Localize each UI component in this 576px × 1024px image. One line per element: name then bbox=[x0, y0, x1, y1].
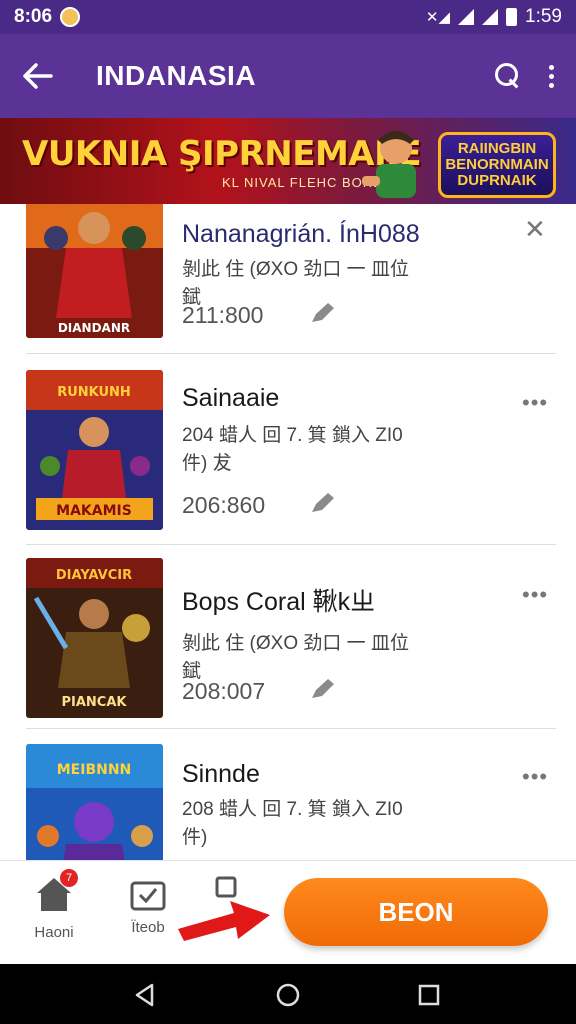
notification-avatar-icon bbox=[60, 7, 81, 27]
nav-inbox-label: Ïteob bbox=[131, 919, 165, 936]
nav-inbox[interactable]: Ïteob bbox=[128, 875, 168, 936]
thumbnail-caption: PIANCAK bbox=[62, 695, 128, 710]
game-thumbnail: DIANDANR bbox=[26, 204, 163, 338]
item-title: Nananagrián. ÍnH088 bbox=[182, 220, 420, 248]
status-time: 8:06 bbox=[14, 6, 53, 27]
thumbnail-caption: MAKAMIS bbox=[56, 503, 132, 519]
banner-logo-line-3: DUPRNAIK bbox=[457, 171, 537, 189]
red-arrow-indicator-icon bbox=[178, 901, 270, 941]
list-item[interactable]: DIAYAVCIR PIANCAK Bops Coral 鞦kㄓ 剝此 住 (Ø… bbox=[0, 558, 576, 730]
item-title: Sainaaie bbox=[182, 384, 280, 412]
notification-badge: 7 bbox=[60, 869, 78, 887]
close-icon[interactable]: ✕ bbox=[524, 214, 546, 245]
banner-logo-line-1: RAIINGBIN bbox=[457, 140, 537, 158]
list-item[interactable]: DIANDANR Nananagrián. ÍnH088 剝此 住 (ØXO 劲… bbox=[0, 204, 576, 354]
divider bbox=[26, 728, 556, 729]
status-icons: ✕◢ 1:59 bbox=[426, 6, 562, 28]
status-bar: 8:06 ✕◢ 1:59 bbox=[0, 0, 576, 34]
list-item[interactable]: MEIBNNN Sinnde 208 蜡人 回 7. 箕 鎖入 ZI0 件) •… bbox=[0, 744, 576, 860]
thumbnail-title: RUNKUNH bbox=[57, 385, 131, 400]
more-options-icon[interactable]: ••• bbox=[522, 390, 548, 416]
banner-game-logo: RAIINGBIN BENORNMAIN DUPRNAIK bbox=[438, 132, 556, 198]
signal-icon-2 bbox=[482, 9, 499, 25]
item-description: 204 蜡人 回 7. 箕 鎖入 ZI0 件) 犮 bbox=[182, 425, 403, 474]
banner-hero-illustration bbox=[362, 131, 416, 198]
item-count: 211:800 bbox=[182, 302, 264, 328]
divider bbox=[26, 544, 556, 545]
status-clock: 1:59 bbox=[525, 6, 562, 27]
nav-home-label: Haoni bbox=[34, 924, 74, 941]
promo-banner[interactable]: VUKNIA ŞIPRNEMAIİE KL NIVAL FLEHC BORD R… bbox=[0, 118, 576, 204]
thumbnail-title: MEIBNNN bbox=[57, 762, 132, 778]
nav-home[interactable]: 7 Haoni bbox=[34, 869, 78, 941]
system-recents-icon[interactable] bbox=[416, 982, 442, 1008]
beon-button[interactable]: BEON bbox=[284, 878, 548, 946]
item-count: 208:007 bbox=[182, 678, 266, 704]
thumbnail-title: DIAYAVCIR bbox=[56, 568, 132, 583]
signal-icon bbox=[458, 9, 475, 25]
edit-pencil-icon[interactable] bbox=[308, 300, 338, 326]
item-count: 206:860 bbox=[182, 492, 266, 518]
more-options-icon[interactable]: ••• bbox=[522, 582, 548, 608]
back-arrow-icon[interactable] bbox=[0, 63, 76, 89]
system-back-icon[interactable] bbox=[132, 982, 158, 1008]
battery-icon bbox=[506, 8, 518, 26]
game-thumbnail: DIAYAVCIR PIANCAK bbox=[26, 558, 163, 718]
divider bbox=[26, 353, 556, 354]
app-bar: INDANASIA bbox=[0, 34, 576, 118]
game-list: DIANDANR Nananagrián. ÍnH088 剝此 住 (ØXO 劲… bbox=[0, 204, 576, 860]
overflow-menu-icon[interactable] bbox=[549, 64, 554, 88]
item-description: 208 蜡人 回 7. 箕 鎖入 ZI0 件) bbox=[182, 799, 403, 848]
system-navigation-bar bbox=[0, 964, 576, 1024]
item-title: Bops Coral 鞦kㄓ bbox=[182, 588, 376, 616]
more-options-icon[interactable]: ••• bbox=[522, 764, 548, 790]
system-home-icon[interactable] bbox=[275, 982, 301, 1008]
edit-pencil-icon[interactable] bbox=[308, 490, 338, 516]
edit-pencil-icon[interactable] bbox=[308, 676, 338, 702]
game-thumbnail: MEIBNNN bbox=[26, 744, 163, 860]
game-thumbnail: RUNKUNH MAKAMIS bbox=[26, 370, 163, 530]
page-title: INDANASIA bbox=[96, 60, 257, 91]
search-icon[interactable] bbox=[495, 63, 521, 89]
wifi-icon: ✕◢ bbox=[425, 9, 451, 26]
banner-logo-line-2: BENORNMAIN bbox=[445, 156, 549, 174]
item-title: Sinnde bbox=[182, 760, 260, 788]
list-item[interactable]: RUNKUNH MAKAMIS Sainaaie 204 蜡人 回 7. 箕 鎖… bbox=[0, 370, 576, 544]
inbox-check-icon bbox=[130, 881, 166, 911]
thumbnail-caption: DIANDANR bbox=[58, 321, 130, 335]
bottom-navigation: 7 Haoni Ïteob BEON bbox=[0, 860, 576, 964]
